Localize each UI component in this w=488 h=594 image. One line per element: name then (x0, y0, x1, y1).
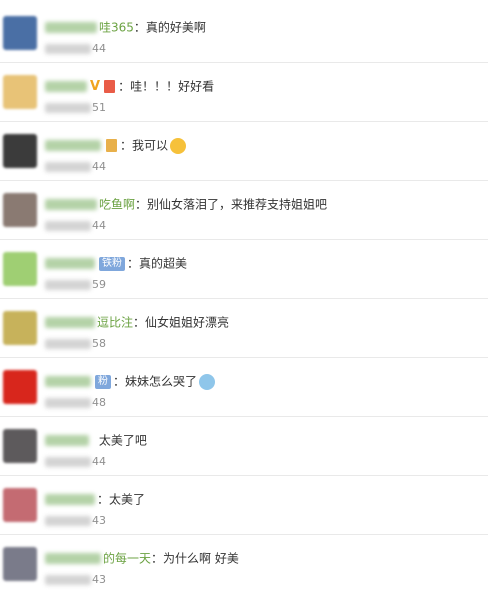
timestamp-blurred (45, 162, 91, 172)
comment-row: 太美了吧 44 (0, 417, 488, 476)
timestamp: 44 (45, 454, 106, 470)
username-blurred[interactable] (45, 81, 87, 92)
timestamp-blurred (45, 103, 91, 113)
username-blurred[interactable] (45, 317, 95, 328)
separator: ： (151, 551, 164, 566)
avatar[interactable] (3, 134, 37, 168)
username-blurred[interactable] (45, 140, 101, 151)
username-blurred[interactable] (45, 435, 89, 446)
username-blurred[interactable] (45, 22, 97, 33)
timestamp: 44 (45, 218, 106, 234)
timestamp: 43 (45, 572, 106, 588)
fan-badge: 铁粉 (99, 256, 125, 271)
timestamp-blurred (45, 221, 91, 231)
timestamp: 43 (45, 513, 106, 529)
separator: ： (127, 256, 140, 271)
timestamp: 48 (45, 395, 106, 411)
timestamp-blurred (45, 44, 91, 54)
timestamp: 44 (45, 159, 106, 175)
comment-list: 哇365：真的好美啊 44 V ：哇！！！好好看 51 ：我可以 44 吃鱼啊：别… (0, 0, 488, 593)
comment-row: 吃鱼啊：别仙女落泪了，来推荐支持姐姐吧 44 (0, 181, 488, 240)
comment-row: 的每一天：为什么啊 好美 43 (0, 535, 488, 594)
username[interactable]: 哇365 (99, 21, 134, 35)
avatar[interactable] (3, 16, 37, 50)
comment-line: 铁粉 ：真的超美 (45, 254, 187, 272)
comment-row: 铁粉 ：真的超美 59 (0, 240, 488, 299)
comment-row: ：太美了 43 (0, 476, 488, 535)
comment-line: V ：哇！！！好好看 (45, 77, 214, 95)
comment-line: 逗比注：仙女姐姐好漂亮 (45, 313, 229, 331)
timestamp-blurred (45, 516, 91, 526)
separator: ： (118, 79, 131, 94)
username-blurred[interactable] (45, 494, 95, 505)
comment-text: 我可以 (132, 138, 169, 153)
separator: ： (135, 197, 148, 212)
comment-text: 太美了 (109, 492, 146, 507)
comment-text: 妹妹怎么哭了 (125, 374, 198, 389)
comment-row: V ：哇！！！好好看 51 (0, 63, 488, 122)
separator: ： (120, 138, 133, 153)
comment-line: 吃鱼啊：别仙女落泪了，来推荐支持姐姐吧 (45, 195, 327, 213)
username-blurred[interactable] (45, 258, 95, 269)
timestamp-blurred (45, 339, 91, 349)
comment-line: 哇365：真的好美啊 (45, 18, 206, 36)
separator: ： (97, 492, 110, 507)
username[interactable]: 吃鱼啊 (99, 198, 135, 212)
fan-level-icon (106, 139, 117, 152)
comment-text: 哇！！！好好看 (130, 79, 215, 94)
comment-line: ：太美了 (45, 490, 145, 508)
username-blurred[interactable] (45, 553, 101, 564)
comment-text: 太美了吧 (98, 433, 147, 448)
comment-line: 粉：妹妹怎么哭了 (45, 372, 217, 390)
comment-text: 真的超美 (139, 256, 188, 271)
timestamp-blurred (45, 280, 91, 290)
timestamp: 44 (45, 41, 106, 57)
doraemon-emoji-icon (199, 373, 216, 390)
username-blurred[interactable] (45, 376, 91, 387)
separator: ： (133, 315, 146, 330)
avatar[interactable] (3, 252, 37, 286)
avatar[interactable] (3, 193, 37, 227)
avatar[interactable] (3, 311, 37, 345)
comment-row: 哇365：真的好美啊 44 (0, 4, 488, 63)
avatar[interactable] (3, 488, 37, 522)
separator: ： (133, 20, 146, 35)
timestamp-blurred (45, 457, 91, 467)
comment-text: 别仙女落泪了，来推荐支持姐姐吧 (147, 197, 328, 212)
avatar[interactable] (3, 75, 37, 109)
username-blurred[interactable] (45, 199, 97, 210)
comment-text: 真的好美啊 (145, 20, 206, 35)
comment-row: ：我可以 44 (0, 122, 488, 181)
avatar[interactable] (3, 547, 37, 581)
comment-line: 的每一天：为什么啊 好美 (45, 549, 239, 567)
comment-line: ：我可以 (45, 136, 188, 154)
timestamp: 59 (45, 277, 106, 293)
comment-row: 粉：妹妹怎么哭了 48 (0, 358, 488, 417)
crying-emoji-icon (170, 137, 187, 154)
username[interactable]: 的每一天 (103, 552, 151, 566)
username[interactable]: 逗比注 (97, 316, 133, 330)
avatar[interactable] (3, 429, 37, 463)
timestamp: 51 (45, 100, 106, 116)
comment-text: 为什么啊 好美 (163, 551, 239, 566)
fan-badge: 粉 (95, 374, 111, 389)
comment-text: 仙女姐姐好漂亮 (145, 315, 230, 330)
comment-line: 太美了吧 (45, 431, 147, 449)
comment-row: 逗比注：仙女姐姐好漂亮 58 (0, 299, 488, 358)
separator: ： (113, 374, 126, 389)
timestamp-blurred (45, 398, 91, 408)
vip-icon: V (90, 78, 101, 94)
timestamp-blurred (45, 575, 91, 585)
medal-icon (104, 80, 116, 93)
avatar[interactable] (3, 370, 37, 404)
timestamp: 58 (45, 336, 106, 352)
